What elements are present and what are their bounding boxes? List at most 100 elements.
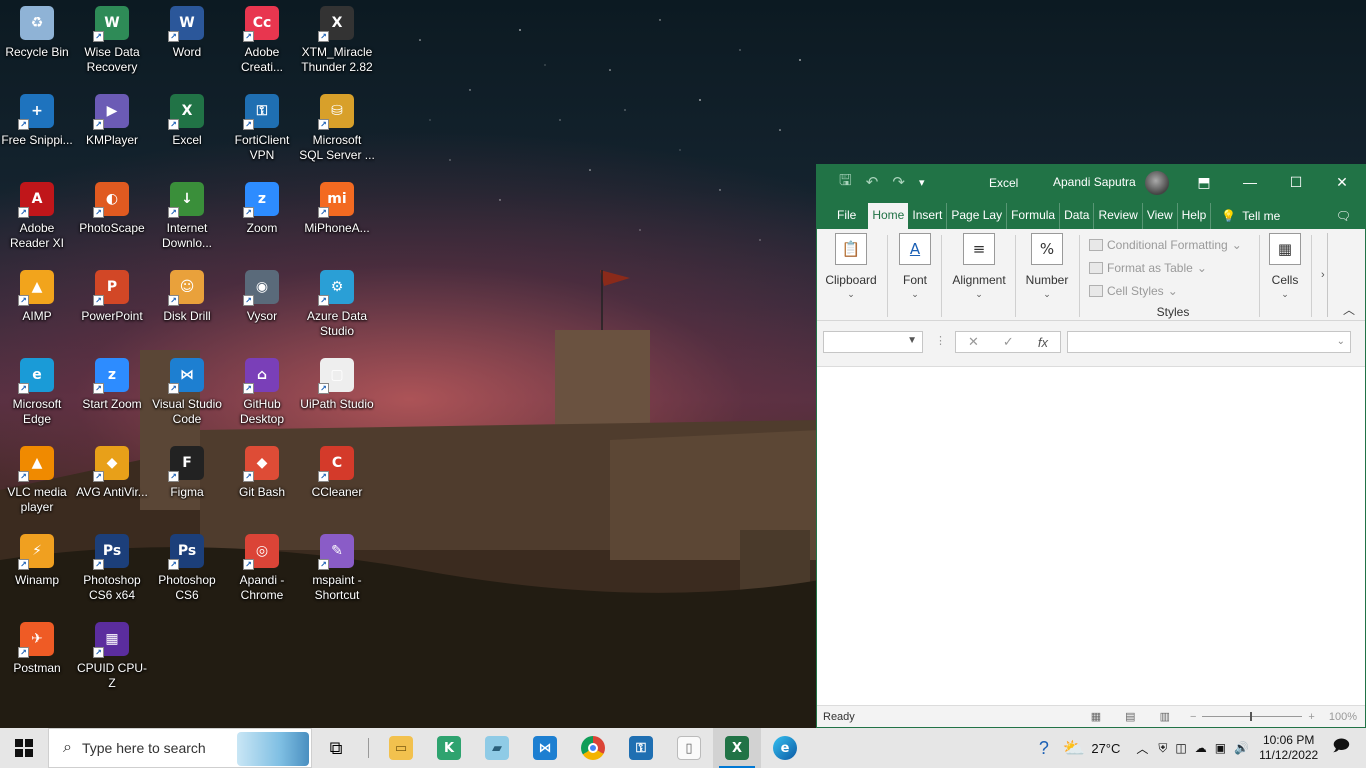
- taskbar-edge[interactable]: e: [761, 728, 809, 768]
- desktop-icon[interactable]: ◆ ↗ AVG AntiVir...: [75, 440, 149, 524]
- taskbar-excel[interactable]: X: [713, 728, 761, 768]
- format-as-table-button[interactable]: Format as Table ⌄: [1089, 256, 1257, 279]
- desktop-icon[interactable]: Ps ↗ Photoshop CS6 x64: [75, 528, 149, 612]
- number-group[interactable]: % Number ⌄: [1023, 233, 1071, 317]
- close-button[interactable]: ✕: [1319, 165, 1365, 199]
- start-button[interactable]: [0, 728, 48, 768]
- save-icon[interactable]: 🖫: [839, 170, 852, 195]
- meet-now-icon[interactable]: ◫: [1175, 741, 1186, 755]
- tell-me-box[interactable]: 💡 Tell me: [1211, 203, 1284, 229]
- desktop-icon[interactable]: W ↗ Wise Data Recovery: [75, 0, 149, 84]
- workbook-area[interactable]: [817, 369, 1365, 705]
- taskbar-notes[interactable]: ▰: [473, 728, 521, 768]
- conditional-formatting-button[interactable]: Conditional Formatting ⌄: [1089, 233, 1257, 256]
- desktop-icon[interactable]: ⌂ ↗ GitHub Desktop: [225, 352, 299, 436]
- cell-styles-button[interactable]: Cell Styles ⌄: [1089, 279, 1257, 302]
- cells-group[interactable]: ▦ Cells ⌄: [1267, 233, 1303, 317]
- account-name[interactable]: Apandi Saputra: [1053, 175, 1136, 189]
- desktop-icon[interactable]: X ↗ Excel: [150, 88, 224, 172]
- formula-input[interactable]: ⌄: [1067, 331, 1351, 353]
- avatar[interactable]: [1145, 171, 1169, 195]
- desktop-icon[interactable]: ⚙ ↗ Azure Data Studio: [300, 264, 374, 348]
- font-group[interactable]: A Font ⌄: [895, 233, 935, 317]
- help-icon[interactable]: ?: [1039, 738, 1049, 759]
- taskbar-chrome[interactable]: [569, 728, 617, 768]
- desktop-icon[interactable]: ◆ ↗ Git Bash: [225, 440, 299, 524]
- desktop-icon[interactable]: + ↗ Free Snippi...: [0, 88, 74, 172]
- desktop-icon[interactable]: X ↗ XTM_Miracle Thunder 2.82: [300, 0, 374, 84]
- desktop-icon[interactable]: ▲ ↗ VLC media player: [0, 440, 74, 524]
- zoom-out-icon[interactable]: −: [1190, 711, 1196, 723]
- clipboard-group[interactable]: 📋 Clipboard ⌄: [823, 233, 879, 317]
- network-icon[interactable]: ▣: [1215, 741, 1226, 755]
- tab-file[interactable]: File: [825, 203, 868, 229]
- desktop-icon[interactable]: e ↗ Microsoft Edge: [0, 352, 74, 436]
- name-box[interactable]: ▼: [823, 331, 923, 353]
- tab-page-layout[interactable]: Page Lay: [947, 203, 1008, 229]
- desktop-icon[interactable]: F ↗ Figma: [150, 440, 224, 524]
- zoom-slider[interactable]: [1202, 712, 1303, 721]
- desktop-icon[interactable]: ◎ ↗ Apandi - Chrome: [225, 528, 299, 612]
- taskbar-notepad[interactable]: ▯: [665, 728, 713, 768]
- cancel-icon[interactable]: ✕: [968, 334, 979, 350]
- task-view-button[interactable]: ⧉: [312, 728, 360, 768]
- taskbar-file-explorer[interactable]: ▭: [377, 728, 425, 768]
- chevron-up-icon[interactable]: ︿: [1136, 740, 1148, 757]
- tab-review[interactable]: Review: [1094, 203, 1143, 229]
- page-layout-view-icon[interactable]: ▤: [1125, 710, 1135, 723]
- alignment-group[interactable]: ≡ Alignment ⌄: [949, 233, 1009, 317]
- zoom-in-icon[interactable]: +: [1308, 711, 1314, 723]
- desktop-icon[interactable]: ⋈ ↗ Visual Studio Code: [150, 352, 224, 436]
- desktop-icon[interactable]: ◐ ↗ PhotoScape: [75, 176, 149, 260]
- desktop-icon[interactable]: ⛁ ↗ Microsoft SQL Server ...: [299, 88, 375, 172]
- taskbar-vscode[interactable]: ⋈: [521, 728, 569, 768]
- comments-icon[interactable]: 🗨: [1336, 209, 1351, 223]
- ribbon-display-options-icon[interactable]: ⬒: [1181, 165, 1227, 199]
- minimize-button[interactable]: —: [1227, 165, 1273, 199]
- desktop-icon[interactable]: Cc ↗ Adobe Creati...: [225, 0, 299, 84]
- desktop-icon[interactable]: ↓ ↗ Internet Downlo...: [150, 176, 224, 260]
- desktop-icon[interactable]: ▶ ↗ KMPlayer: [75, 88, 149, 172]
- insert-function-icon[interactable]: fx: [1038, 335, 1048, 350]
- tab-insert[interactable]: Insert: [908, 203, 948, 229]
- maximize-button[interactable]: ☐: [1273, 165, 1319, 199]
- tab-formulas[interactable]: Formula: [1007, 203, 1061, 229]
- desktop-icon[interactable]: Ps ↗ Photoshop CS6: [150, 528, 224, 612]
- excel-title-bar[interactable]: 🖫 ↶ ↷ ▾ Excel Apandi Saputra ⬒ — ☐ ✕: [817, 165, 1365, 199]
- desktop-icon[interactable]: z ↗ Zoom: [225, 176, 299, 260]
- taskbar-kotlin[interactable]: K: [425, 728, 473, 768]
- excel-window[interactable]: 🖫 ↶ ↷ ▾ Excel Apandi Saputra ⬒ — ☐ ✕ Fil…: [816, 164, 1366, 728]
- desktop-icon[interactable]: ▦ ↗ CPUID CPU-Z: [75, 616, 149, 700]
- desktop-icon[interactable]: ⚿ ↗ FortiClient VPN: [225, 88, 299, 172]
- taskbar-search[interactable]: ⌕ Type here to search: [48, 728, 312, 768]
- desktop-icon[interactable]: ♻ Recycle Bin: [0, 0, 74, 84]
- onedrive-icon[interactable]: ☁: [1195, 741, 1207, 755]
- tab-help[interactable]: Help: [1178, 203, 1212, 229]
- volume-icon[interactable]: 🔊: [1234, 741, 1249, 755]
- ribbon-scroll-right-icon[interactable]: ›: [1321, 269, 1325, 281]
- desktop-icon[interactable]: C ↗ CCleaner: [300, 440, 374, 524]
- redo-icon[interactable]: ↷: [892, 173, 905, 191]
- desktop-icon[interactable]: ▢ ↗ UiPath Studio: [300, 352, 374, 436]
- desktop-icon[interactable]: W ↗ Word: [150, 0, 224, 84]
- zoom-level[interactable]: 100%: [1329, 711, 1357, 723]
- tab-view[interactable]: View: [1143, 203, 1178, 229]
- weather-temperature[interactable]: 27°C: [1091, 741, 1120, 756]
- desktop-icon[interactable]: ▲ ↗ AIMP: [0, 264, 74, 348]
- security-icon[interactable]: ⛨: [1158, 741, 1167, 756]
- taskbar-forticlient[interactable]: ⚿: [617, 728, 665, 768]
- desktop-icon[interactable]: ☺ ↗ Disk Drill: [150, 264, 224, 348]
- desktop-icon[interactable]: mi ↗ MiPhoneA...: [300, 176, 374, 260]
- desktop-icon[interactable]: ⚡ ↗ Winamp: [0, 528, 74, 612]
- collapse-ribbon-icon[interactable]: ︿: [1343, 301, 1355, 318]
- desktop-icon[interactable]: ◉ ↗ Vysor: [225, 264, 299, 348]
- weather-icon[interactable]: ⛅: [1063, 738, 1085, 759]
- customize-qat-icon[interactable]: ▾: [919, 176, 925, 189]
- desktop-icon[interactable]: A ↗ Adobe Reader XI: [0, 176, 74, 260]
- tab-data[interactable]: Data: [1060, 203, 1095, 229]
- page-break-view-icon[interactable]: ▥: [1160, 710, 1170, 723]
- clock[interactable]: 10:06 PM 11/12/2022: [1259, 733, 1318, 763]
- normal-view-icon[interactable]: ▦: [1091, 710, 1101, 723]
- tab-home[interactable]: Home: [868, 203, 909, 229]
- enter-icon[interactable]: ✓: [1003, 334, 1014, 350]
